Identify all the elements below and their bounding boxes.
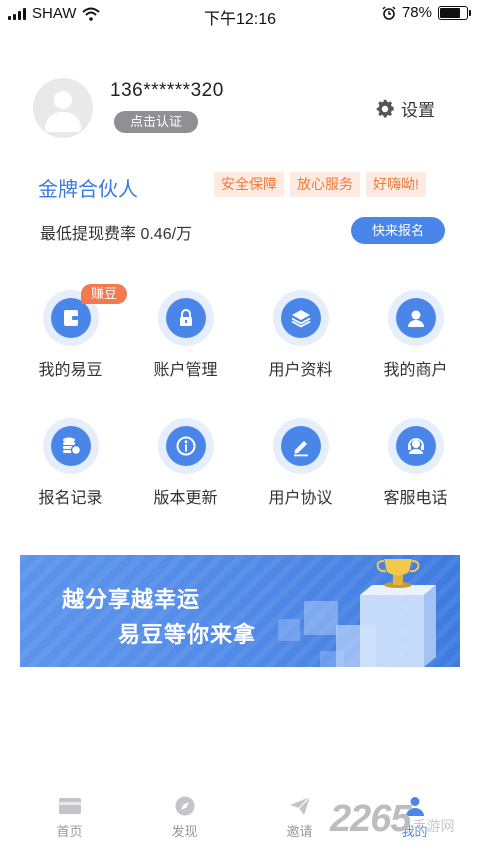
menu-item-version-update[interactable]: 版本更新 — [128, 418, 243, 508]
earn-badge: 赚豆 — [81, 284, 128, 304]
withdraw-rate: 最低提现费率 0.46/万 — [40, 226, 193, 243]
partner-title: 金牌合伙人 — [38, 179, 138, 201]
menu-item-merchants[interactable]: 我的商户 — [358, 290, 473, 380]
lock-icon — [179, 309, 192, 326]
menu-item-account[interactable]: 账户管理 — [128, 290, 243, 380]
menu-label: 版本更新 — [153, 490, 218, 507]
banner-headline: 越分享越幸运 — [62, 587, 201, 612]
menu-label: 我的商户 — [383, 362, 448, 379]
tab-label: 首页 — [56, 824, 83, 839]
phone-number: 136******320 — [110, 80, 224, 101]
info-icon — [176, 436, 195, 456]
verify-button[interactable]: 点击认证 — [114, 111, 198, 133]
settings-button[interactable]: 设置 — [374, 96, 435, 121]
alarm-icon — [382, 5, 396, 20]
menu-item-signup-records[interactable]: 报名记录 — [13, 418, 128, 508]
compass-icon — [175, 796, 194, 816]
settings-label: 设置 — [401, 101, 435, 120]
tab-discover[interactable]: 发现 — [127, 795, 242, 853]
paper-plane-icon — [289, 796, 310, 815]
menu-item-user-info[interactable]: 用户资料 — [243, 290, 358, 380]
avatar[interactable] — [33, 78, 93, 138]
signup-button[interactable]: 快来报名 — [351, 217, 445, 244]
menu-label: 客服电话 — [383, 490, 448, 507]
tab-home[interactable]: 首页 — [12, 795, 127, 853]
menu-label: 用户协议 — [268, 490, 333, 507]
pen-icon — [293, 441, 308, 457]
feature-tag: 放心服务 — [290, 172, 360, 197]
menu-label: 用户资料 — [268, 362, 333, 379]
feature-tag: 好嗨呦! — [366, 172, 426, 197]
promo-banner[interactable]: 越分享越幸运 易豆等你来拿 — [20, 555, 460, 667]
menu-grid: 赚豆 我的易豆 账户管理 用户资料 我的商户 报名记录 版本更新 用户协议 客服… — [13, 284, 473, 508]
coins-icon — [62, 437, 81, 456]
gear-icon — [376, 99, 394, 118]
feature-tags: 安全保障 放心服务 好嗨呦! — [214, 172, 426, 197]
battery-icon — [438, 5, 471, 20]
watermark-text: 手游网 — [412, 817, 455, 834]
card-icon — [58, 798, 81, 814]
menu-item-customer-service[interactable]: 客服电话 — [358, 418, 473, 508]
user-icon — [407, 310, 424, 327]
watermark-number: 2265 — [330, 798, 412, 840]
battery-percent: 78% — [401, 4, 432, 21]
headset-icon — [407, 438, 424, 454]
menu-item-user-agreement[interactable]: 用户协议 — [243, 418, 358, 508]
menu-label: 报名记录 — [38, 490, 103, 507]
menu-item-my-beans[interactable]: 赚豆 我的易豆 — [13, 284, 128, 380]
banner-subline: 易豆等你来拿 — [118, 622, 257, 647]
menu-label: 我的易豆 — [38, 362, 103, 379]
site-watermark: 2265 手游网 — [330, 798, 455, 841]
tab-label: 邀请 — [286, 824, 313, 839]
layers-icon — [291, 310, 310, 328]
status-bar: SHAW 下午12:16 78% — [0, 0, 480, 28]
wallet-icon — [63, 310, 78, 326]
tab-label: 发现 — [171, 824, 198, 839]
feature-tag: 安全保障 — [214, 172, 284, 197]
menu-label: 账户管理 — [153, 362, 218, 379]
battery-fill — [440, 7, 461, 18]
status-right: 78% — [382, 4, 471, 21]
